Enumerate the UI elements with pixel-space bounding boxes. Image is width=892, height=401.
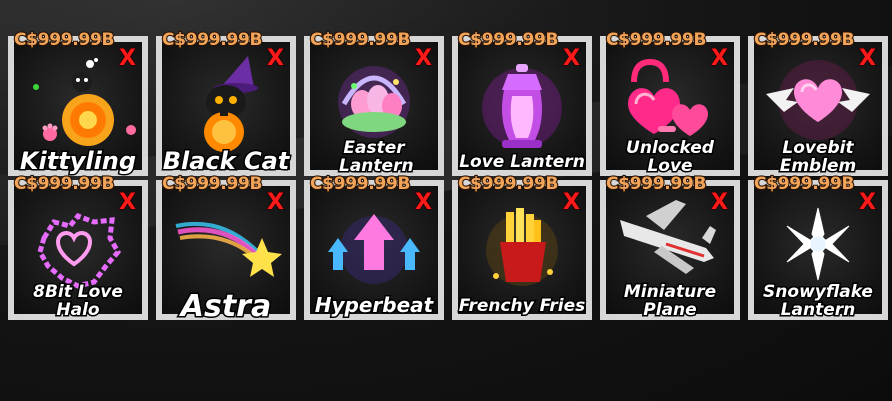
item-tile-miniature-plane[interactable]: C$999.99B X Miniature Plane [600, 173, 740, 321]
item-name: Love Lantern [458, 152, 587, 173]
item-name: Lovebit Emblem [778, 138, 858, 177]
item-name: Astra [179, 288, 272, 324]
remove-item-button[interactable]: X [710, 47, 728, 71]
item-tile-8bit-love-halo[interactable]: C$999.99B X 8Bit Love Halo [8, 173, 148, 321]
item-price: C$999.99B [457, 29, 560, 51]
remove-item-button[interactable]: X [266, 47, 284, 71]
remove-item-button[interactable]: X [858, 47, 876, 71]
item-tile-lovebit-emblem[interactable]: C$999.99B X Lovebit Emblem [748, 29, 888, 177]
item-price: C$999.99B [753, 173, 856, 195]
item-tile-love-lantern[interactable]: C$999.99B X Love Lantern [452, 29, 592, 176]
item-price: C$999.99B [309, 29, 412, 51]
item-tile-unlocked-love[interactable]: C$999.99B X Unlocked Love [600, 29, 740, 177]
item-tile-astra[interactable]: C$999.99B X Astra [156, 173, 296, 324]
remove-item-button[interactable]: X [858, 191, 876, 215]
item-tile-frenchy-fries[interactable]: C$999.99B X Frenchy Fries [452, 173, 592, 320]
remove-item-button[interactable]: X [118, 191, 136, 215]
remove-item-button[interactable]: X [414, 47, 432, 71]
item-name: Kittyling [18, 146, 137, 175]
remove-item-button[interactable]: X [118, 47, 136, 71]
item-name: Miniature Plane [622, 282, 717, 321]
item-price: C$999.99B [753, 29, 856, 51]
item-grid: C$999.99B X Kittyling C$999.99B X Black … [8, 29, 888, 324]
item-price: C$999.99B [457, 173, 560, 195]
remove-item-button[interactable]: X [414, 191, 432, 215]
item-tile-hyperbeat[interactable]: C$999.99B X Hyperbeat [304, 173, 444, 320]
remove-item-button[interactable]: X [710, 191, 728, 215]
item-price: C$999.99B [13, 29, 116, 51]
item-tile-kittyling[interactable]: C$999.99B X Kittyling [8, 29, 148, 176]
item-tile-easter-lantern[interactable]: C$999.99B X Easter Lantern [304, 29, 444, 177]
item-price: C$999.99B [605, 29, 708, 51]
item-price: C$999.99B [161, 173, 264, 195]
item-tile-black-cat[interactable]: C$999.99B X Black Cat [156, 29, 296, 176]
item-name: Easter Lantern [338, 138, 416, 177]
item-name: Snowyflake Lantern [762, 282, 875, 321]
item-name: Hyperbeat [313, 293, 434, 317]
inventory-panel: C$999.99B X Kittyling C$999.99B X Black … [0, 0, 892, 401]
remove-item-button[interactable]: X [562, 191, 580, 215]
item-price: C$999.99B [13, 173, 116, 195]
remove-item-button[interactable]: X [266, 191, 284, 215]
item-name: Unlocked Love [625, 138, 716, 177]
remove-item-button[interactable]: X [562, 47, 580, 71]
item-price: C$999.99B [605, 173, 708, 195]
item-price: C$999.99B [161, 29, 264, 51]
item-name: 8Bit Love Halo [32, 282, 125, 321]
item-tile-snowyflake-lantern[interactable]: C$999.99B X Snowyflake Lantern [748, 173, 888, 321]
item-name: Frenchy Fries [457, 296, 587, 317]
item-price: C$999.99B [309, 173, 412, 195]
item-name: Black Cat [161, 146, 291, 175]
